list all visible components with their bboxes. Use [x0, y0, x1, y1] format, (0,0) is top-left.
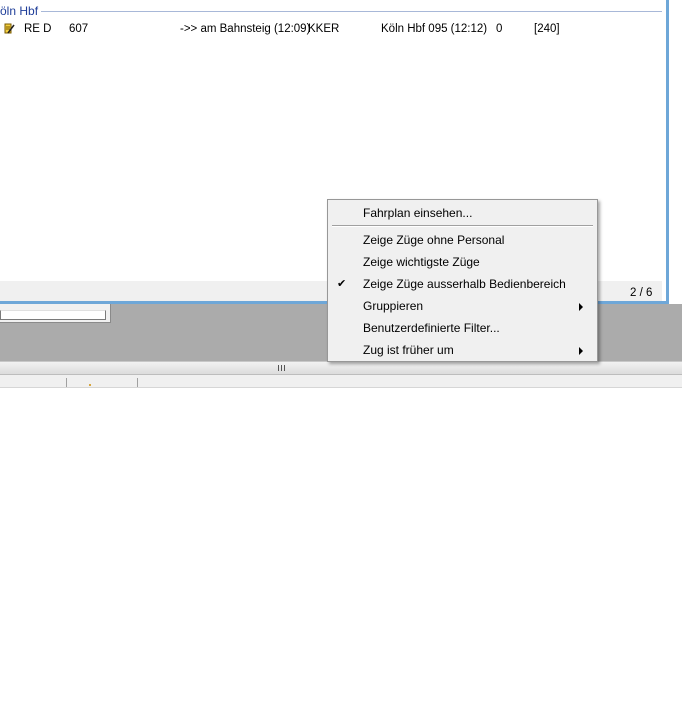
menu-item-label: Fahrplan einsehen... — [363, 206, 473, 220]
train-delay: 0 — [496, 23, 503, 35]
menu-item-label: Zeige Züge ohne Personal — [363, 233, 505, 247]
page-counter: 2 / 6 — [630, 287, 653, 299]
menu-item-frueher[interactable]: Zug ist früher um — [330, 339, 595, 361]
command-input[interactable] — [0, 310, 106, 320]
menu-item-label: Zeige Züge ausserhalb Bedienbereich — [363, 277, 566, 291]
menu-separator — [332, 225, 593, 227]
train-operator: KKER — [308, 23, 340, 35]
status-separator — [66, 378, 67, 387]
train-pencil-icon — [4, 23, 15, 35]
menu-item-wichtigste[interactable]: Zeige wichtigste Züge — [330, 251, 595, 273]
grip-icon — [278, 365, 286, 371]
train-destination: Köln Hbf 095 (12:12) — [381, 23, 488, 35]
submenu-arrow-icon — [579, 347, 583, 355]
group-header[interactable]: öln Hbf — [0, 4, 662, 18]
checkmark-icon: ✔ — [337, 278, 347, 290]
menu-item-label: Benutzerdefinierte Filter... — [363, 321, 500, 335]
group-divider — [40, 11, 662, 12]
train-type: RE D — [24, 23, 52, 35]
submenu-arrow-icon — [579, 303, 583, 311]
menu-item-ausserhalb[interactable]: ✔ Zeige Züge ausserhalb Bedienbereich — [330, 273, 595, 295]
splitter-handle[interactable] — [0, 361, 682, 375]
train-row[interactable]: RE D 607 ->> am Bahnsteig (12:09) KKER K… — [0, 20, 662, 38]
menu-item-label: Gruppieren — [363, 299, 424, 313]
page: öln Hbf RE D 607 ->> am Bahnsteig (12:09… — [0, 0, 682, 707]
menu-item-label: Zeige wichtigste Züge — [363, 255, 480, 269]
train-number: 607 — [69, 23, 89, 35]
status-separator — [137, 378, 138, 387]
status-indicator-icon — [89, 384, 91, 386]
menu-item-fahrplan[interactable]: Fahrplan einsehen... — [330, 202, 595, 224]
menu-item-label: Zug ist früher um — [363, 343, 454, 357]
menu-item-filter[interactable]: Benutzerdefinierte Filter... — [330, 317, 595, 339]
group-title: öln Hbf — [0, 4, 42, 18]
menu-item-gruppieren[interactable]: Gruppieren — [330, 295, 595, 317]
context-menu: Fahrplan einsehen... Zeige Züge ohne Per… — [327, 199, 598, 362]
status-bar — [0, 375, 682, 388]
menu-item-ohne-personal[interactable]: Zeige Züge ohne Personal — [330, 229, 595, 251]
train-track: [240] — [534, 23, 560, 35]
train-status: ->> am Bahnsteig (12:09) — [180, 23, 311, 35]
